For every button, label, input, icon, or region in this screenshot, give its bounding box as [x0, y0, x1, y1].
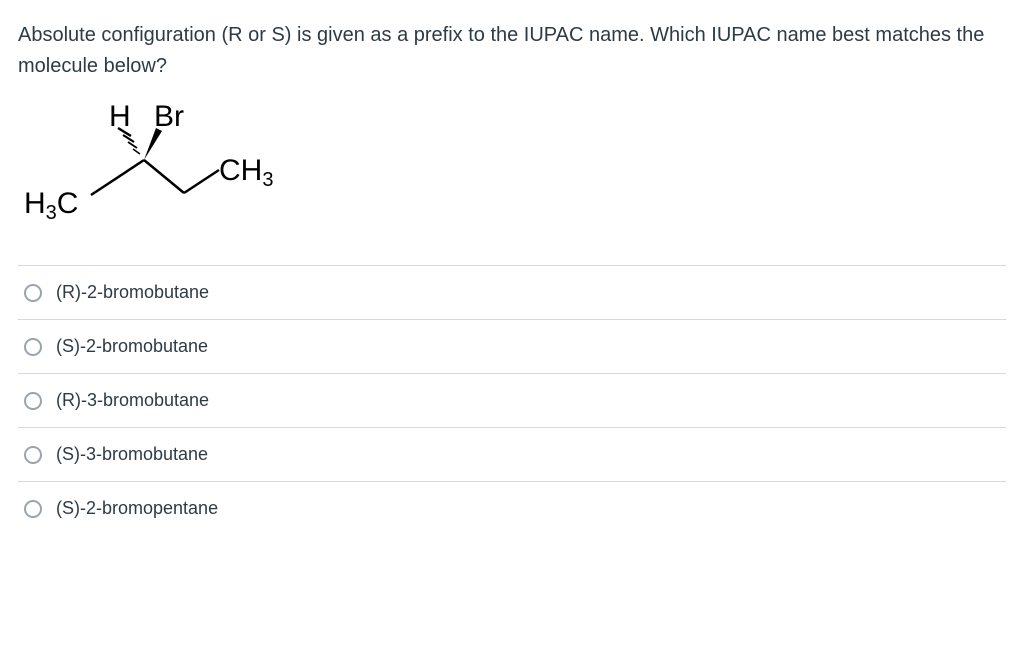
option-row[interactable]: (R)-3-bromobutane [18, 374, 1006, 428]
option-row[interactable]: (S)-2-bromobutane [18, 320, 1006, 374]
option-row[interactable]: (S)-3-bromobutane [18, 428, 1006, 482]
options-list: (R)-2-bromobutane (S)-2-bromobutane (R)-… [18, 265, 1006, 535]
option-row[interactable]: (S)-2-bromopentane [18, 482, 1006, 535]
atom-h3c-left: H3C [24, 187, 78, 224]
option-label: (R)-2-bromobutane [56, 282, 209, 303]
bond-wedge [144, 128, 162, 160]
option-label: (S)-2-bromopentane [56, 498, 218, 519]
atom-br: Br [154, 100, 184, 133]
option-label: (S)-2-bromobutane [56, 336, 208, 357]
bond-left-down [91, 160, 144, 195]
radio-icon[interactable] [24, 446, 42, 464]
radio-icon[interactable] [24, 338, 42, 356]
radio-icon[interactable] [24, 500, 42, 518]
radio-icon[interactable] [24, 284, 42, 302]
molecule-structure: H Br CH3 H3C [24, 98, 1006, 243]
bond-right-up [184, 170, 219, 193]
bond-right-down [144, 160, 184, 193]
option-label: (R)-3-bromobutane [56, 390, 209, 411]
question-text: Absolute configuration (R or S) is given… [18, 20, 1006, 82]
option-label: (S)-3-bromobutane [56, 444, 208, 465]
radio-icon[interactable] [24, 392, 42, 410]
option-row[interactable]: (R)-2-bromobutane [18, 266, 1006, 320]
atom-ch3-right: CH3 [219, 154, 273, 191]
